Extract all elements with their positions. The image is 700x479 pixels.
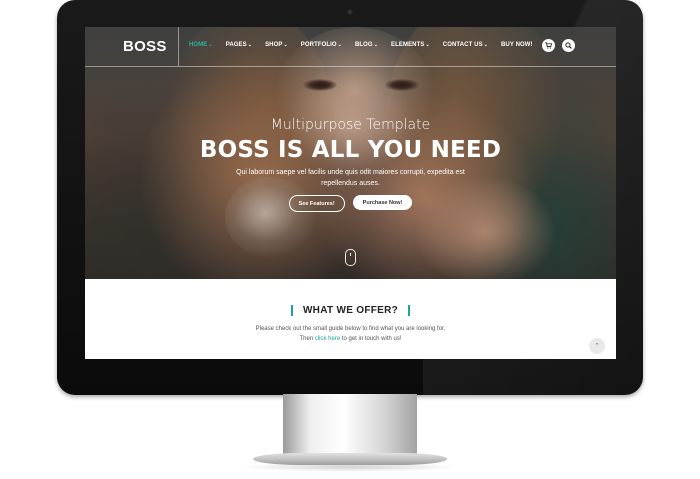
chevron-up-icon: ⌃ bbox=[594, 343, 600, 350]
nav-item-label: PAGES bbox=[225, 42, 247, 48]
nav-item-blog[interactable]: BLOG⌄ bbox=[355, 42, 378, 48]
cart-icon[interactable] bbox=[542, 39, 555, 52]
search-icon[interactable] bbox=[562, 39, 575, 52]
cart-icon-glyph bbox=[545, 42, 552, 49]
chevron-down-icon: ⌄ bbox=[283, 42, 288, 48]
offer-line-2-prefix: Then bbox=[299, 336, 315, 342]
offer-title: WHAT WE OFFER? bbox=[302, 305, 399, 316]
chevron-down-icon: ⌄ bbox=[337, 42, 342, 48]
webcam-dot bbox=[347, 9, 353, 15]
nav-item-buy-now[interactable]: BUY NOW! bbox=[501, 42, 533, 48]
main-navigation: BOSS HOME⌄ PAGES⌄ SHOP⌄ PORTFOLIO⌄ BLOG⌄… bbox=[85, 27, 616, 67]
nav-item-label: ELEMENTS bbox=[391, 42, 425, 48]
purchase-now-button[interactable]: Purchase Now! bbox=[352, 195, 413, 210]
nav-menu: HOME⌄ PAGES⌄ SHOP⌄ PORTFOLIO⌄ BLOG⌄ ELEM… bbox=[189, 42, 546, 48]
nav-item-label: PORTFOLIO bbox=[300, 42, 337, 48]
nav-item-home[interactable]: HOME⌄ bbox=[189, 42, 213, 48]
nav-item-elements[interactable]: ELEMENTS⌄ bbox=[391, 42, 430, 48]
chevron-down-icon: ⌄ bbox=[373, 42, 378, 48]
chevron-down-icon: ⌄ bbox=[247, 42, 253, 48]
monitor-stand-neck bbox=[283, 394, 417, 456]
chevron-down-icon: ⌄ bbox=[208, 42, 213, 48]
hero-buttons: See Features! Purchase Now! bbox=[85, 195, 616, 212]
site-logo[interactable]: BOSS bbox=[123, 38, 167, 55]
offer-line-2: Then click here to get in touch with us! bbox=[85, 334, 616, 344]
nav-item-label: BLOG bbox=[354, 42, 373, 48]
chevron-down-icon: ⌄ bbox=[483, 42, 488, 48]
chevron-down-icon: ⌄ bbox=[425, 42, 430, 48]
hero-subtitle: Multipurpose Template bbox=[270, 117, 431, 133]
contact-link[interactable]: click here bbox=[315, 336, 340, 342]
nav-icon-group bbox=[542, 39, 575, 52]
offer-heading: WHAT WE OFFER? bbox=[85, 305, 616, 316]
nav-item-label: BUY NOW! bbox=[500, 42, 533, 48]
website-screen: BOSS HOME⌄ PAGES⌄ SHOP⌄ PORTFOLIO⌄ BLOG⌄… bbox=[85, 27, 616, 359]
nav-item-label: HOME bbox=[189, 42, 208, 48]
hero-description: Qui laborum saepe vel facilis unde quis … bbox=[236, 169, 465, 187]
nav-item-shop[interactable]: SHOP⌄ bbox=[265, 42, 288, 48]
nav-item-label: SHOP bbox=[265, 42, 283, 48]
nav-item-portfolio[interactable]: PORTFOLIO⌄ bbox=[301, 42, 342, 48]
offer-line-1: Please check out the small guide below t… bbox=[255, 326, 446, 332]
scroll-down-icon[interactable] bbox=[345, 249, 356, 266]
nav-divider bbox=[178, 27, 179, 66]
monitor-stand-base bbox=[253, 453, 447, 465]
nav-item-contact-us[interactable]: CONTACT US⌄ bbox=[443, 42, 488, 48]
hero-section: BOSS HOME⌄ PAGES⌄ SHOP⌄ PORTFOLIO⌄ BLOG⌄… bbox=[85, 27, 616, 279]
offer-text: Please check out the small guide below t… bbox=[85, 324, 616, 344]
accent-bar bbox=[408, 305, 411, 316]
offer-line-2-suffix: to get in touch with us! bbox=[340, 336, 402, 342]
accent-bar bbox=[290, 305, 293, 316]
hero-title: BOSS IS ALL YOU NEED bbox=[199, 137, 502, 163]
back-to-top-button[interactable]: ⌃ bbox=[589, 338, 605, 354]
nav-item-pages[interactable]: PAGES⌄ bbox=[226, 42, 252, 48]
see-features-button[interactable]: See Features! bbox=[288, 195, 345, 212]
nav-item-label: CONTACT US bbox=[442, 42, 483, 48]
search-icon-glyph bbox=[565, 42, 572, 49]
